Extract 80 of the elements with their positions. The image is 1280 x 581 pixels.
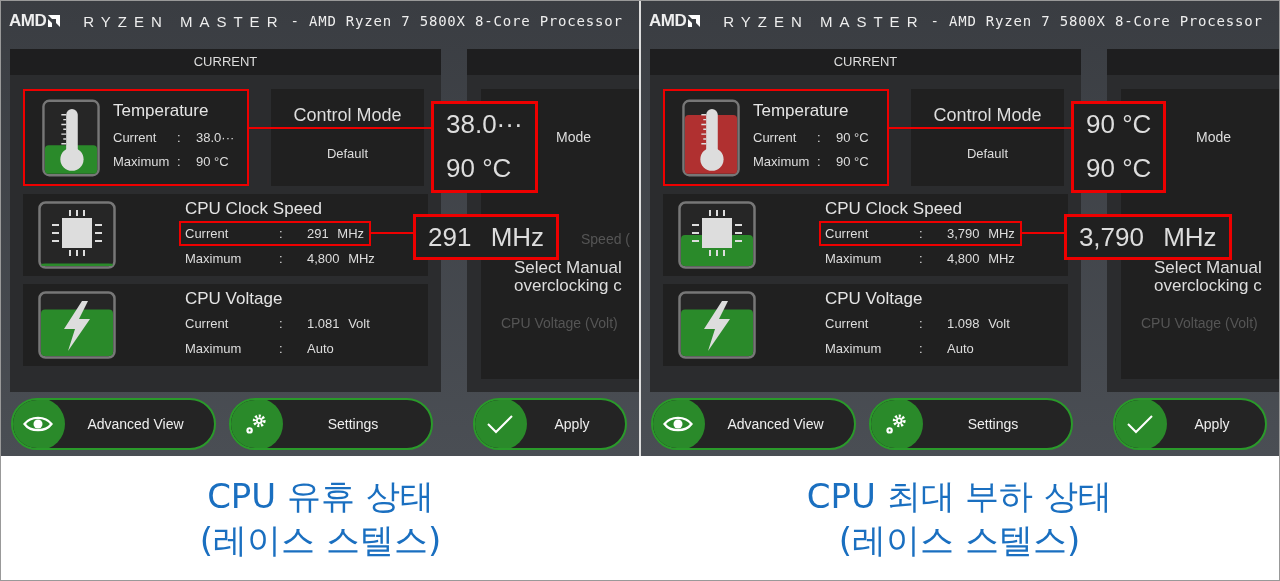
chip-icon bbox=[38, 201, 116, 269]
row-value: 1.098 Volt bbox=[947, 315, 1010, 333]
row-value: 90 °C bbox=[196, 153, 229, 171]
separator: : bbox=[279, 340, 284, 358]
separator: : bbox=[817, 153, 822, 171]
separator: : bbox=[177, 153, 182, 171]
row-value: Auto bbox=[307, 340, 334, 358]
caption: CPU 최대 부하 상태 (레이스 스텔스) bbox=[805, 475, 1114, 562]
processor-name: - AMD Ryzen 7 5800X 8-Core Processor bbox=[930, 13, 1263, 29]
caption: CPU 유휴 상태 (레이스 스텔스) bbox=[198, 475, 443, 562]
separator: : bbox=[279, 250, 284, 268]
advanced-view-button[interactable]: Advanced View bbox=[651, 398, 856, 450]
amd-logo: AMD bbox=[9, 11, 62, 31]
app-title: RYZEN MASTER bbox=[83, 12, 285, 30]
callout-value: 38.0··· bbox=[446, 108, 523, 140]
callout-value: 90 °C bbox=[1086, 108, 1152, 140]
row-label: Maximum bbox=[185, 340, 243, 358]
separator: : bbox=[279, 315, 284, 333]
card-title: CPU Voltage bbox=[185, 289, 284, 309]
settings-button[interactable]: Settings bbox=[869, 398, 1073, 450]
separator: : bbox=[919, 340, 924, 358]
description-text: Select Manual overclocking c bbox=[1154, 259, 1263, 295]
row-label: Maximum bbox=[753, 153, 811, 171]
row-value: 4,800 MHz bbox=[307, 250, 375, 268]
row-label: Current bbox=[185, 225, 230, 243]
description-text: Select Manual overclocking c bbox=[514, 259, 623, 295]
mode-label: Mode bbox=[1196, 129, 1233, 145]
settings-button[interactable]: Settings bbox=[229, 398, 433, 450]
processor-name: - AMD Ryzen 7 5800X 8-Core Processor bbox=[290, 13, 623, 29]
separator: : bbox=[177, 129, 182, 147]
card-title: Control Mode bbox=[933, 105, 1042, 126]
card-title: Control Mode bbox=[293, 105, 402, 126]
callout-value: 90 °C bbox=[446, 152, 513, 184]
row-value: 90 °C bbox=[836, 129, 869, 147]
row-value: 90 °C bbox=[836, 153, 869, 171]
row-label: Current bbox=[113, 129, 158, 147]
card-title: CPU Clock Speed bbox=[185, 199, 323, 219]
row-label: Current bbox=[825, 225, 870, 243]
mode-value: Default bbox=[326, 146, 369, 161]
lightning-icon bbox=[38, 291, 116, 359]
chip-icon bbox=[678, 201, 756, 269]
row-value: 3,790 MHz bbox=[947, 225, 1015, 243]
row-label: Current bbox=[825, 315, 870, 333]
row-label: Current bbox=[753, 129, 798, 147]
separator: : bbox=[817, 129, 822, 147]
mode-value: Default bbox=[966, 146, 1009, 161]
callout-value: 90 °C bbox=[1086, 152, 1152, 184]
advanced-view-button[interactable]: Advanced View bbox=[11, 398, 216, 450]
row-value: 38.0··· bbox=[196, 129, 235, 147]
amd-logo: AMD bbox=[649, 11, 702, 31]
row-label: Maximum bbox=[185, 250, 243, 268]
row-label: Current bbox=[185, 315, 230, 333]
thermometer-icon bbox=[682, 98, 740, 177]
separator: : bbox=[919, 225, 924, 243]
callout-value: 291 MHz bbox=[428, 221, 545, 253]
app-title: RYZEN MASTER bbox=[723, 12, 925, 30]
separator: : bbox=[279, 225, 284, 243]
row-value: Auto bbox=[947, 340, 974, 358]
card-title: Temperature bbox=[113, 101, 210, 121]
separator: : bbox=[919, 315, 924, 333]
callout-value: 3,790 MHz bbox=[1078, 221, 1217, 253]
row-value: 4,800 MHz bbox=[947, 250, 1015, 268]
section-header: CURRENT bbox=[650, 49, 1081, 75]
card-title: CPU Voltage bbox=[825, 289, 924, 309]
row-value: 1.081 Volt bbox=[307, 315, 370, 333]
checkmark-icon bbox=[485, 412, 515, 436]
row-label: Maximum bbox=[113, 153, 171, 171]
row-label: Maximum bbox=[825, 250, 883, 268]
card-title: CPU Clock Speed bbox=[825, 199, 963, 219]
apply-button[interactable]: Apply bbox=[473, 398, 627, 450]
apply-button[interactable]: Apply bbox=[1113, 398, 1267, 450]
separator: : bbox=[919, 250, 924, 268]
checkmark-icon bbox=[1125, 412, 1155, 436]
mode-label: Mode bbox=[556, 129, 593, 145]
row-value: 291 MHz bbox=[307, 225, 365, 243]
card-title: Temperature bbox=[753, 101, 850, 121]
section-header: CURRENT bbox=[10, 49, 441, 75]
row-label: Maximum bbox=[825, 340, 883, 358]
thermometer-icon bbox=[42, 98, 100, 177]
lightning-icon bbox=[678, 291, 756, 359]
